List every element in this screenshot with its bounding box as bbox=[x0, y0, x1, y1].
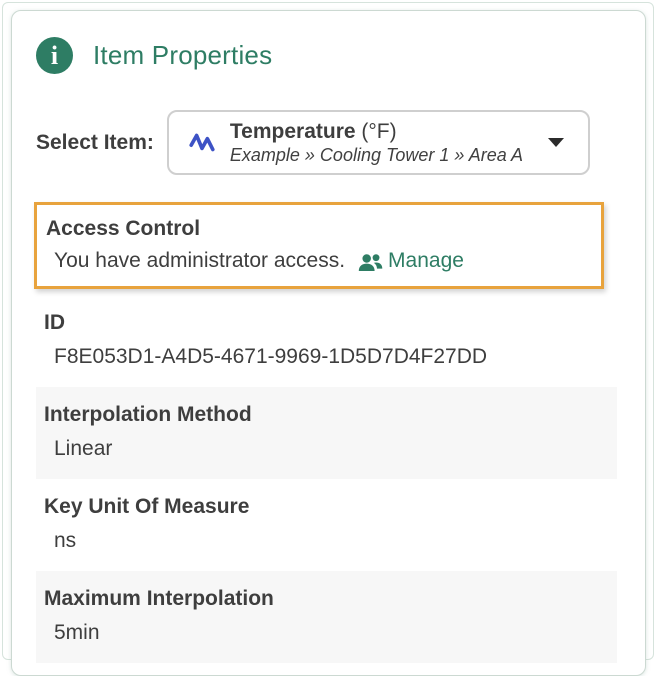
property-value: 5min bbox=[44, 617, 609, 649]
item-select-dropdown[interactable]: Temperature (°F) Example » Cooling Tower… bbox=[167, 110, 590, 175]
property-row: ID F8E053D1-A4D5-4671-9969-1D5D7D4F27DD bbox=[36, 295, 617, 387]
property-value: F8E053D1-A4D5-4671-9969-1D5D7D4F27DD bbox=[44, 341, 609, 373]
selected-item-path: Example » Cooling Tower 1 » Area A bbox=[230, 144, 538, 166]
panel-header: i Item Properties bbox=[36, 37, 617, 74]
property-name: ID bbox=[44, 305, 609, 341]
panel-title: Item Properties bbox=[93, 40, 272, 71]
users-icon[interactable] bbox=[357, 253, 383, 272]
select-item-row: Select Item: Temperature (°F) Example » … bbox=[36, 110, 617, 175]
manage-link[interactable]: Manage bbox=[388, 245, 464, 277]
info-circle-icon: i bbox=[36, 37, 73, 74]
property-row: Key Unit Of Measure ns bbox=[36, 479, 617, 571]
signal-icon bbox=[188, 129, 216, 157]
property-name: Interpolation Method bbox=[44, 397, 609, 433]
properties-list: ID F8E053D1-A4D5-4671-9969-1D5D7D4F27DD … bbox=[36, 295, 617, 663]
select-item-label: Select Item: bbox=[36, 131, 154, 155]
property-value: ns bbox=[44, 525, 609, 557]
access-control-message: You have administrator access. bbox=[54, 245, 345, 277]
property-name: Maximum Interpolation bbox=[44, 581, 609, 617]
access-control-message-line: You have administrator access. Manage bbox=[46, 245, 591, 277]
access-control-title: Access Control bbox=[46, 212, 591, 245]
access-control-section: Access Control You have administrator ac… bbox=[34, 202, 604, 289]
item-properties-panel: i Item Properties Select Item: Temperatu… bbox=[11, 10, 646, 676]
property-value: Linear bbox=[44, 433, 609, 465]
caret-down-icon bbox=[548, 138, 564, 147]
property-row: Interpolation Method Linear bbox=[36, 387, 617, 479]
property-row: Maximum Interpolation 5min bbox=[36, 571, 617, 663]
selected-item-name: Temperature (°F) bbox=[230, 119, 538, 144]
property-name: Key Unit Of Measure bbox=[44, 489, 609, 525]
selected-item-text: Temperature (°F) Example » Cooling Tower… bbox=[230, 119, 538, 166]
